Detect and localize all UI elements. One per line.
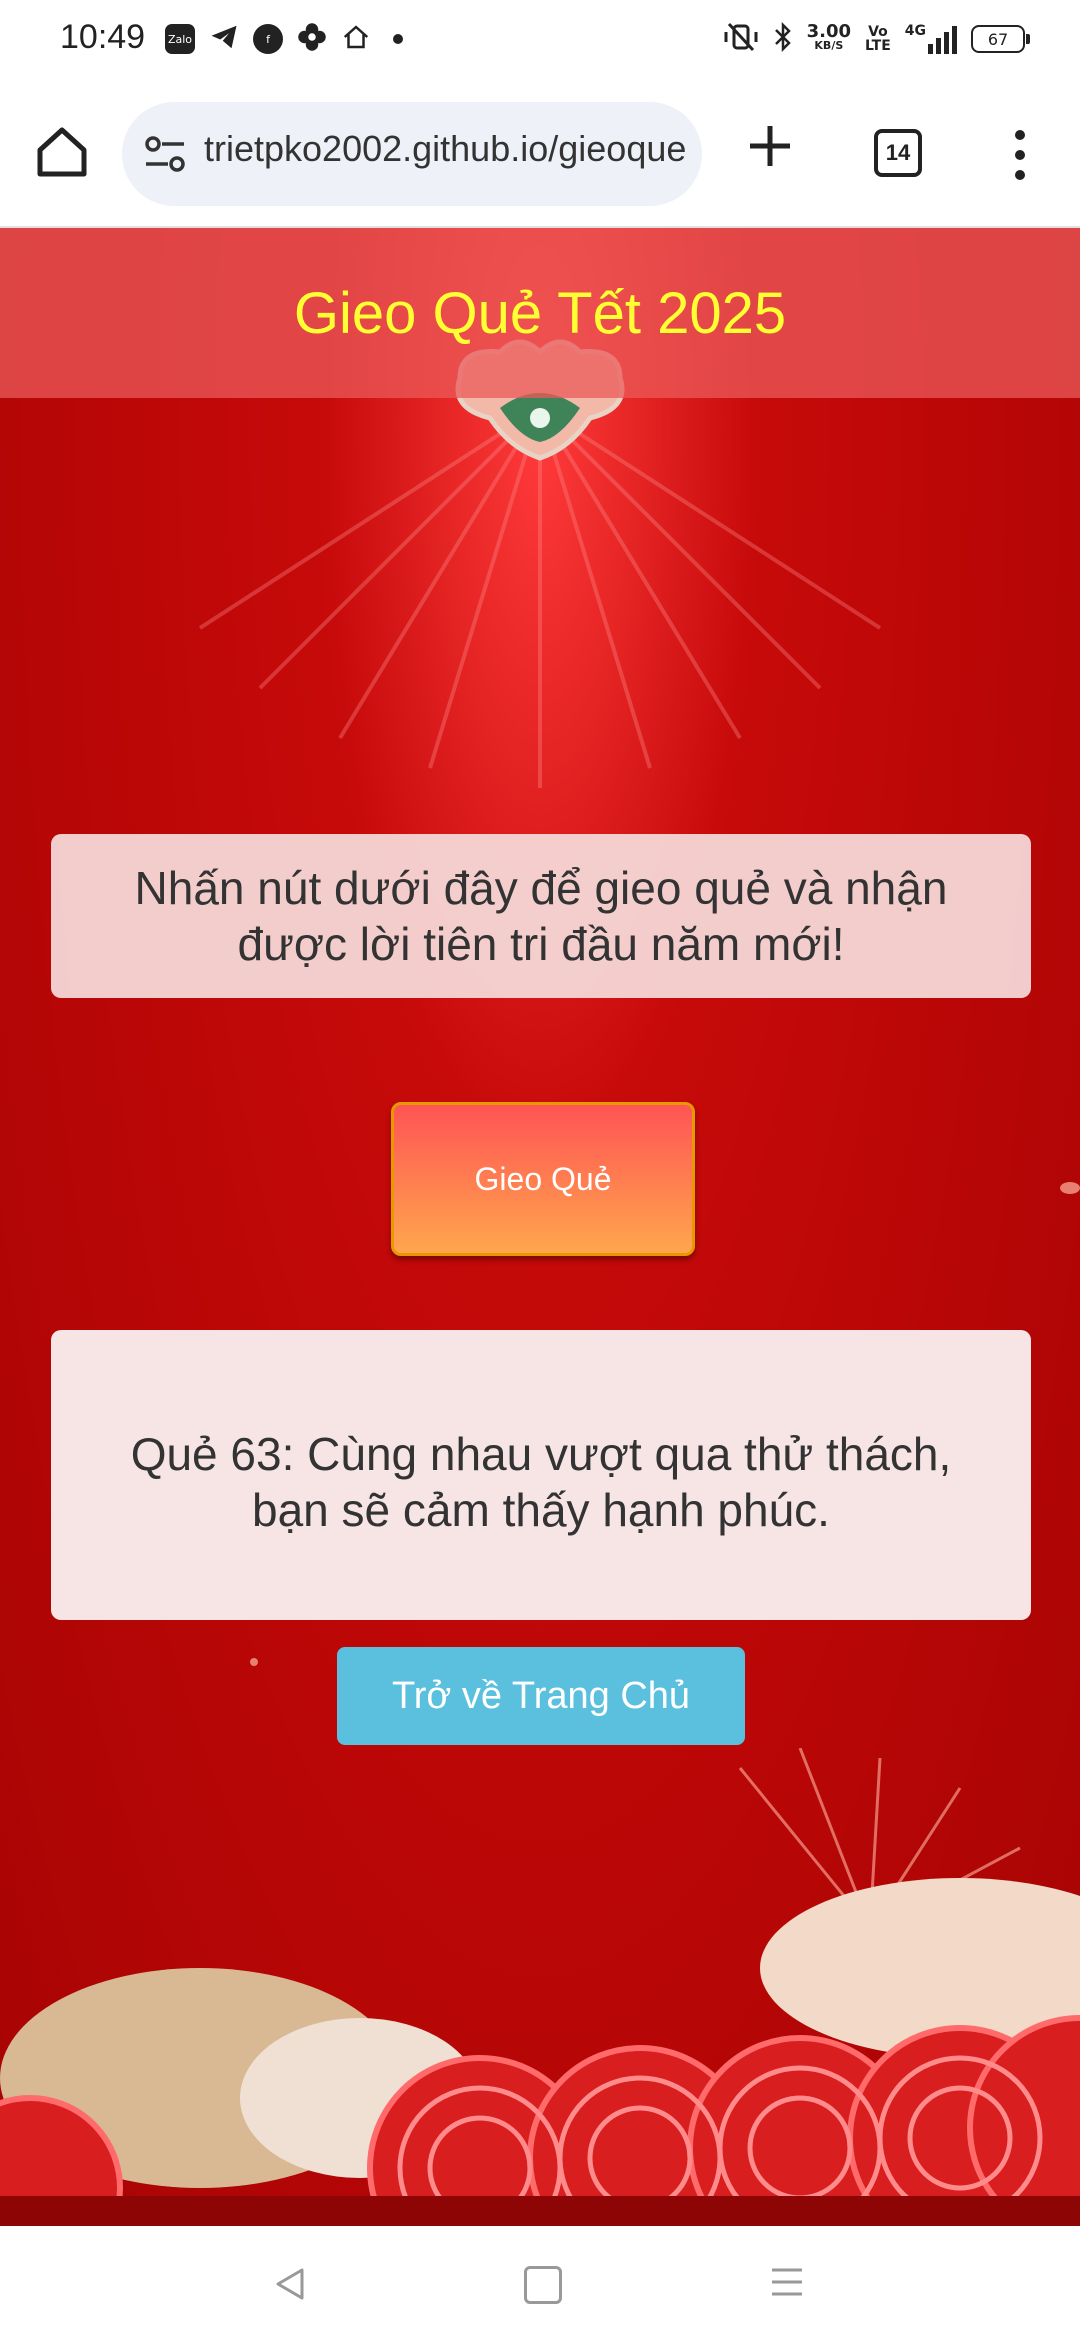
nav-back-icon[interactable]	[272, 2266, 308, 2302]
status-time: 10:49	[60, 18, 146, 56]
instruction-text: Nhấn nút dưới đây để gieo quẻ và nhận đư…	[134, 862, 948, 970]
page-title: Gieo Quẻ Tết 2025	[293, 281, 787, 346]
telegram-icon	[209, 22, 239, 56]
tab-switcher-button[interactable]: 14	[874, 129, 922, 177]
net-speed: 3.00 KB/S	[806, 21, 852, 53]
sparkle	[1060, 1182, 1080, 1194]
more-notifications-dot	[393, 34, 403, 44]
zalo-icon: Zalo	[165, 24, 195, 54]
nav-home-icon[interactable]	[524, 2266, 562, 2304]
bluetooth-icon	[773, 21, 793, 56]
signal-indicator: 4G	[905, 24, 957, 54]
system-nav-bar	[0, 2226, 1080, 2340]
result-text: Quẻ 63: Cùng nhau vượt qua thử thách, bạ…	[130, 1428, 952, 1536]
flower-icon	[297, 22, 327, 56]
cloud-decoration	[0, 1748, 1080, 2226]
volte-indicator: Vo LTE	[865, 24, 891, 54]
address-bar[interactable]: trietpko2002.github.io/gieoque	[122, 102, 702, 206]
more-menu-button[interactable]	[1008, 125, 1032, 185]
gieo-que-label: Gieo Quẻ	[474, 1160, 612, 1197]
browser-toolbar: trietpko2002.github.io/gieoque 14	[0, 80, 1080, 228]
new-tab-button[interactable]	[744, 120, 796, 172]
gieo-que-button[interactable]: Gieo Quẻ	[391, 1102, 695, 1256]
nav-recents-icon[interactable]	[770, 2266, 804, 2298]
home-button[interactable]	[30, 120, 94, 184]
notification-icons: Zalo f	[165, 22, 403, 56]
battery-icon: 67	[971, 25, 1030, 53]
site-settings-icon[interactable]	[144, 134, 186, 174]
url-text: trietpko2002.github.io/gieoque	[204, 128, 687, 169]
sparkle	[250, 1658, 258, 1666]
home-wifi-icon	[341, 22, 371, 56]
mute-vibrate-icon	[723, 22, 759, 56]
network-type: 4G	[904, 23, 926, 39]
back-home-label: Trở về Trang Chủ	[391, 1674, 691, 1717]
status-bar: 10:49 Zalo f 3.00 KB/S Vo LTE 4G 67	[0, 0, 1080, 80]
home-icon	[37, 127, 87, 177]
facebook-icon: f	[253, 24, 283, 54]
signal-bars-icon	[928, 24, 957, 54]
more-vert-icon	[1015, 130, 1025, 180]
result-box: Quẻ 63: Cùng nhau vượt qua thử thách, bạ…	[51, 1330, 1031, 1620]
system-icons: 3.00 KB/S Vo LTE 4G 67	[723, 21, 1030, 56]
instruction-box: Nhấn nút dưới đây để gieo quẻ và nhận đư…	[51, 834, 1031, 998]
page-header: Gieo Quẻ Tết 2025	[0, 228, 1080, 398]
web-page: Gieo Quẻ Tết 2025 Nhấn nút dưới đây để g…	[0, 228, 1080, 2226]
plus-icon	[750, 126, 790, 166]
back-home-button[interactable]: Trở về Trang Chủ	[337, 1647, 745, 1745]
